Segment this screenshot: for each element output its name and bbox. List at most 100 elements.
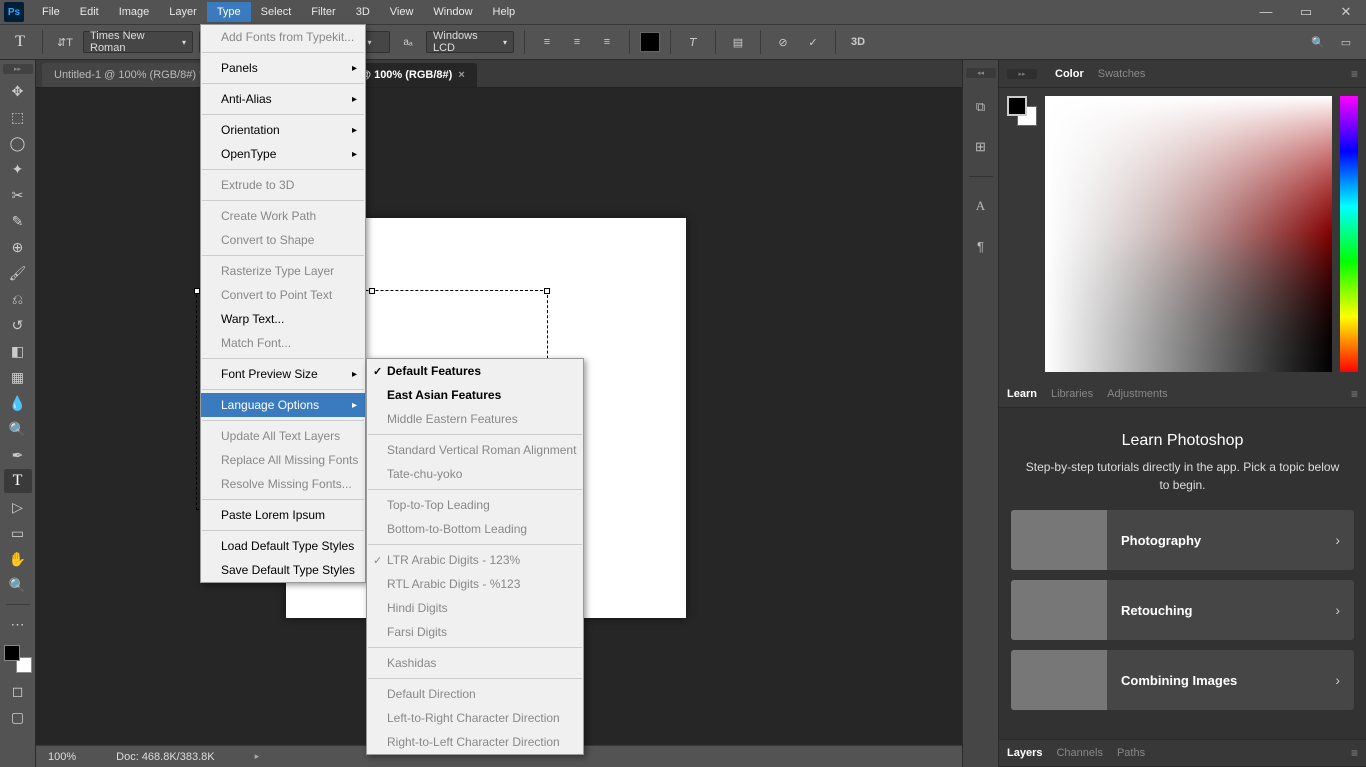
language-options-submenu: Default FeaturesEast Asian FeaturesMiddl… — [366, 358, 584, 755]
color-field[interactable] — [1045, 96, 1332, 372]
eyedropper-tool[interactable]: ✎ — [4, 209, 32, 233]
learn-card[interactable]: Photography› — [1011, 510, 1354, 570]
history-brush-tool[interactable]: ↺ — [4, 313, 32, 337]
learn-card[interactable]: Combining Images› — [1011, 650, 1354, 710]
learn-panel-tabs: Learn Libraries Adjustments ≡ — [999, 380, 1366, 408]
collapse-toggle[interactable]: ▸▸ — [3, 64, 33, 74]
panel-menu-icon[interactable]: ≡ — [1351, 387, 1358, 401]
menu-item: Resolve Missing Fonts... — [201, 472, 365, 496]
crop-tool[interactable]: ✂ — [4, 183, 32, 207]
menu-item[interactable]: Orientation — [201, 118, 365, 142]
tab-learn[interactable]: Learn — [1007, 388, 1037, 400]
menu-file[interactable]: File — [32, 2, 70, 22]
character-panel-button[interactable]: ▤ — [726, 30, 750, 54]
card-label: Retouching — [1107, 603, 1321, 618]
blur-tool[interactable]: 💧 — [4, 391, 32, 415]
tab-layers[interactable]: Layers — [1007, 747, 1042, 759]
minimize-button[interactable]: — — [1246, 4, 1286, 20]
menu-item[interactable]: Load Default Type Styles — [201, 534, 365, 558]
submenu-item[interactable]: East Asian Features — [367, 383, 583, 407]
tab-swatches[interactable]: Swatches — [1098, 68, 1146, 80]
collapse-toggle[interactable]: ▸▸ — [1007, 69, 1037, 79]
align-right-button[interactable]: ≡ — [595, 30, 619, 54]
menu-layer[interactable]: Layer — [159, 2, 207, 22]
menu-image[interactable]: Image — [109, 2, 160, 22]
menu-view[interactable]: View — [380, 2, 424, 22]
zoom-tool[interactable]: 🔍 — [4, 573, 32, 597]
warp-text-button[interactable]: 𝘛 — [681, 30, 705, 54]
expand-toggle[interactable]: ◂◂ — [966, 68, 996, 78]
tab-channels[interactable]: Channels — [1056, 747, 1102, 759]
zoom-level[interactable]: 100% — [48, 751, 76, 763]
menu-filter[interactable]: Filter — [301, 2, 345, 22]
panel-menu-icon[interactable]: ≡ — [1351, 67, 1358, 81]
submenu-item: Right-to-Left Character Direction — [367, 730, 583, 754]
quickmask-button[interactable]: ◻ — [4, 679, 32, 703]
panel-menu-icon[interactable]: ≡ — [1351, 746, 1358, 760]
menu-select[interactable]: Select — [251, 2, 302, 22]
properties-panel-icon[interactable]: ⊞ — [970, 136, 992, 158]
submenu-item: Bottom-to-Bottom Leading — [367, 517, 583, 541]
menu-item[interactable]: Save Default Type Styles — [201, 558, 365, 582]
menu-item[interactable]: Warp Text... — [201, 307, 365, 331]
move-tool[interactable]: ✥ — [4, 79, 32, 103]
color-fg-bg[interactable] — [1007, 96, 1037, 126]
font-family-dropdown[interactable]: Times New Roman▾ — [83, 31, 193, 53]
menu-item[interactable]: Paste Lorem Ipsum — [201, 503, 365, 527]
pen-tool[interactable]: ✒ — [4, 443, 32, 467]
edit-toolbar-button[interactable]: ⋯ — [4, 612, 32, 636]
gradient-tool[interactable]: ▦ — [4, 365, 32, 389]
rectangle-tool[interactable]: ▭ — [4, 521, 32, 545]
type-tool[interactable]: T — [4, 469, 32, 493]
tab-adjustments[interactable]: Adjustments — [1107, 388, 1168, 400]
menu-window[interactable]: Window — [423, 2, 482, 22]
antialias-dropdown[interactable]: Windows LCD▾ — [426, 31, 514, 53]
search-icon[interactable]: 🔍 — [1306, 30, 1330, 54]
tab-libraries[interactable]: Libraries — [1051, 388, 1093, 400]
close-button[interactable]: ✕ — [1326, 4, 1366, 20]
threeD-button[interactable]: 3D — [846, 30, 870, 54]
hue-slider[interactable] — [1340, 96, 1358, 372]
menu-help[interactable]: Help — [483, 2, 526, 22]
stamp-tool[interactable]: ⎌ — [4, 287, 32, 311]
tab-color[interactable]: Color — [1055, 68, 1084, 80]
color-panel — [999, 88, 1366, 380]
quick-select-tool[interactable]: ✦ — [4, 157, 32, 181]
brush-tool[interactable]: 🖌 — [4, 261, 32, 285]
tab-paths[interactable]: Paths — [1117, 747, 1145, 759]
card-thumbnail — [1011, 510, 1107, 570]
workspace-button[interactable]: ▭ — [1334, 30, 1358, 54]
menu-item[interactable]: Language Options — [201, 393, 365, 417]
cancel-button[interactable]: ⊘ — [771, 30, 795, 54]
toggle-orientation-button[interactable]: ⇵T — [53, 30, 77, 54]
history-panel-icon[interactable]: ⧉ — [970, 96, 992, 118]
submenu-item[interactable]: Default Features — [367, 359, 583, 383]
menu-edit[interactable]: Edit — [70, 2, 109, 22]
learn-card[interactable]: Retouching› — [1011, 580, 1354, 640]
path-select-tool[interactable]: ▷ — [4, 495, 32, 519]
screenmode-button[interactable]: ▢ — [4, 705, 32, 729]
healing-tool[interactable]: ⊕ — [4, 235, 32, 259]
commit-button[interactable]: ✓ — [801, 30, 825, 54]
menu-type[interactable]: Type — [207, 2, 251, 22]
text-color-swatch[interactable] — [640, 32, 660, 52]
lasso-tool[interactable]: ◯ — [4, 131, 32, 155]
menu-bar: Ps FileEditImageLayerTypeSelectFilter3DV… — [0, 0, 1366, 24]
hand-tool[interactable]: ✋ — [4, 547, 32, 571]
menu-3d[interactable]: 3D — [346, 2, 380, 22]
eraser-tool[interactable]: ◧ — [4, 339, 32, 363]
dodge-tool[interactable]: 🔍 — [4, 417, 32, 441]
close-icon[interactable]: × — [458, 69, 464, 81]
card-thumbnail — [1011, 650, 1107, 710]
maximize-button[interactable]: ▭ — [1286, 4, 1326, 20]
menu-item[interactable]: Font Preview Size — [201, 362, 365, 386]
menu-item[interactable]: OpenType — [201, 142, 365, 166]
marquee-tool[interactable]: ⬚ — [4, 105, 32, 129]
foreground-background-colors[interactable] — [4, 645, 32, 673]
paragraph-panel-icon[interactable]: ¶ — [970, 235, 992, 257]
align-left-button[interactable]: ≡ — [535, 30, 559, 54]
menu-item[interactable]: Anti-Alias — [201, 87, 365, 111]
align-center-button[interactable]: ≡ — [565, 30, 589, 54]
character-panel-icon[interactable]: A — [970, 195, 992, 217]
menu-item[interactable]: Panels — [201, 56, 365, 80]
